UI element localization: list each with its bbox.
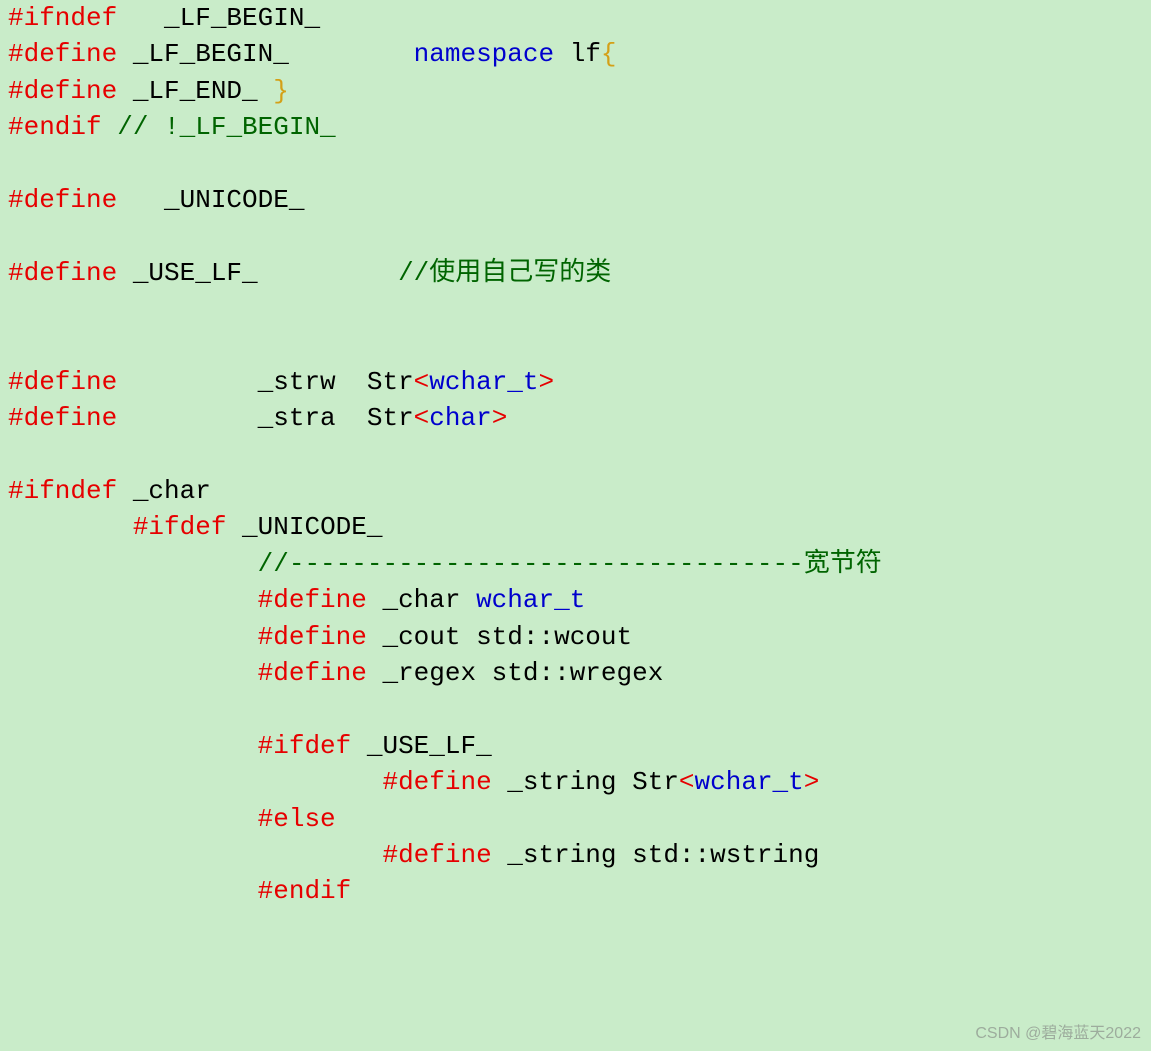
- preproc-keyword: #define: [258, 622, 367, 652]
- preproc-keyword: #define: [8, 76, 117, 106]
- code-line: #ifdef _UNICODE_: [8, 512, 382, 542]
- type-name: wchar_t: [695, 767, 804, 797]
- code-text: _string Str: [492, 767, 679, 797]
- indent: [8, 512, 133, 542]
- code-text: _LF_BEGIN_: [117, 39, 413, 69]
- code-line: #define _char wchar_t: [8, 585, 585, 615]
- code-text: _UNICODE_: [117, 185, 304, 215]
- type-name: char: [429, 403, 491, 433]
- preproc-keyword: #ifndef: [8, 3, 117, 33]
- code-line: #define _LF_BEGIN_ namespace lf{: [8, 39, 617, 69]
- code-text: _regex std::wregex: [367, 658, 663, 688]
- indent: [8, 622, 258, 652]
- code-text: _strw Str: [117, 367, 413, 397]
- indent: [8, 658, 258, 688]
- code-line: #define _stra Str<char>: [8, 403, 507, 433]
- macro-name: _LF_BEGIN_: [117, 3, 320, 33]
- indent: [8, 804, 258, 834]
- code-line: #define _UNICODE_: [8, 185, 304, 215]
- angle-close: >: [539, 367, 555, 397]
- code-line: #ifdef _USE_LF_: [8, 731, 492, 761]
- indent: [8, 840, 382, 870]
- comment: //使用自己写的类: [398, 258, 611, 288]
- preproc-keyword: #define: [8, 367, 117, 397]
- code-line: #endif // !_LF_BEGIN_: [8, 112, 336, 142]
- brace-open: {: [601, 39, 617, 69]
- indent: [8, 549, 258, 579]
- type-name: wchar_t: [476, 585, 585, 615]
- code-line: #endif: [8, 876, 351, 906]
- indent: [8, 876, 258, 906]
- code-text: _USE_LF_: [117, 258, 398, 288]
- preproc-keyword: #ifdef: [133, 512, 227, 542]
- angle-open: <: [414, 403, 430, 433]
- preproc-keyword: #endif: [8, 112, 102, 142]
- code-text: _LF_END_: [117, 76, 273, 106]
- angle-open: <: [414, 367, 430, 397]
- comment: //---------------------------------宽节符: [258, 549, 882, 579]
- preproc-keyword: #define: [382, 767, 491, 797]
- code-line: #define _cout std::wcout: [8, 622, 632, 652]
- type-name: wchar_t: [429, 367, 538, 397]
- code-line: #ifndef _LF_BEGIN_: [8, 3, 320, 33]
- comment: // !_LF_BEGIN_: [102, 112, 336, 142]
- preproc-keyword: #define: [8, 185, 117, 215]
- preproc-keyword: #ifndef: [8, 476, 117, 506]
- brace-close: }: [273, 76, 289, 106]
- code-line: #define _string std::wstring: [8, 840, 819, 870]
- code-text: lf: [554, 39, 601, 69]
- code-line: #define _regex std::wregex: [8, 658, 663, 688]
- preproc-keyword: #define: [382, 840, 491, 870]
- indent: [8, 585, 258, 615]
- angle-close: >: [804, 767, 820, 797]
- code-line: #define _string Str<wchar_t>: [8, 767, 819, 797]
- code-text: _char: [367, 585, 476, 615]
- code-block: #ifndef _LF_BEGIN_ #define _LF_BEGIN_ na…: [0, 0, 1151, 910]
- preproc-keyword: #define: [8, 403, 117, 433]
- code-text: _cout std::wcout: [367, 622, 632, 652]
- code-line: #define _USE_LF_ //使用自己写的类: [8, 258, 611, 288]
- code-text: _string std::wstring: [492, 840, 820, 870]
- code-text: _USE_LF_: [351, 731, 491, 761]
- code-line: #ifndef _char: [8, 476, 211, 506]
- keyword-namespace: namespace: [414, 39, 554, 69]
- preproc-keyword: #ifdef: [258, 731, 352, 761]
- code-text: _UNICODE_: [226, 512, 382, 542]
- preproc-keyword: #endif: [258, 876, 352, 906]
- preproc-keyword: #define: [8, 258, 117, 288]
- indent: [8, 731, 258, 761]
- angle-open: <: [679, 767, 695, 797]
- code-line: //---------------------------------宽节符: [8, 549, 882, 579]
- code-line: #define _LF_END_ }: [8, 76, 289, 106]
- code-text: _stra Str: [117, 403, 413, 433]
- code-line: #define _strw Str<wchar_t>: [8, 367, 554, 397]
- watermark: CSDN @碧海蓝天2022: [975, 1023, 1141, 1045]
- preproc-keyword: #define: [258, 658, 367, 688]
- code-line: #else: [8, 804, 336, 834]
- angle-close: >: [492, 403, 508, 433]
- preproc-keyword: #else: [258, 804, 336, 834]
- preproc-keyword: #define: [8, 39, 117, 69]
- code-text: _char: [117, 476, 211, 506]
- indent: [8, 767, 382, 797]
- preproc-keyword: #define: [258, 585, 367, 615]
